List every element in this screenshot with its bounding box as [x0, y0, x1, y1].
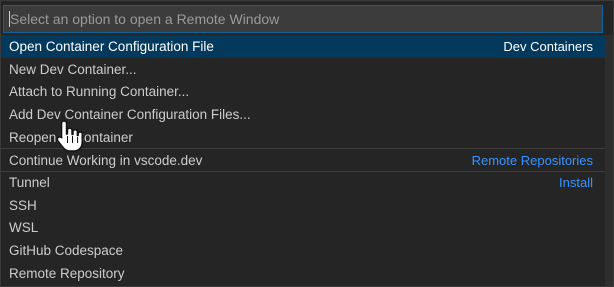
option-remote-repository[interactable]: Remote Repository	[1, 262, 607, 285]
list-scrollbar[interactable]	[605, 35, 613, 286]
option-detail: Dev Containers	[503, 38, 593, 54]
option-label: Tunnel	[9, 175, 50, 191]
option-label: Remote Repository	[9, 265, 125, 281]
search-input[interactable]	[4, 6, 602, 32]
option-continue-working-in-vscode-dev[interactable]: Continue Working in vscode.dev Remote Re…	[1, 148, 607, 171]
options-list: Open Container Configuration File Dev Co…	[1, 35, 607, 285]
option-label: Reopen in Container	[9, 129, 133, 145]
option-open-container-configuration-file[interactable]: Open Container Configuration File Dev Co…	[1, 35, 607, 58]
option-label: Add Dev Container Configuration Files...	[9, 106, 251, 122]
option-reopen-in-container[interactable]: Reopen in Container	[1, 126, 607, 149]
option-label: Attach to Running Container...	[9, 84, 190, 100]
option-tunnel[interactable]: Tunnel Install	[1, 171, 607, 194]
option-add-dev-container-configuration-files[interactable]: Add Dev Container Configuration Files...	[1, 103, 607, 126]
option-label: GitHub Codespace	[9, 243, 124, 259]
install-link[interactable]: Install	[559, 175, 593, 190]
option-attach-to-running-container[interactable]: Attach to Running Container...	[1, 80, 607, 103]
option-ssh[interactable]: SSH	[1, 194, 607, 217]
option-detail: Remote Repositories	[471, 152, 593, 168]
remote-window-quick-pick: Open Container Configuration File Dev Co…	[0, 0, 614, 287]
text-caret	[9, 11, 10, 27]
option-label: WSL	[9, 220, 39, 236]
quick-pick-input-box[interactable]	[3, 5, 603, 33]
option-label: New Dev Container...	[9, 61, 137, 77]
option-label: Open Container Configuration File	[9, 38, 214, 54]
option-wsl[interactable]: WSL	[1, 217, 607, 240]
option-label: Continue Working in vscode.dev	[9, 152, 203, 168]
option-new-dev-container[interactable]: New Dev Container...	[1, 58, 607, 81]
option-label: SSH	[9, 197, 37, 213]
option-github-codespace[interactable]: GitHub Codespace	[1, 239, 607, 262]
